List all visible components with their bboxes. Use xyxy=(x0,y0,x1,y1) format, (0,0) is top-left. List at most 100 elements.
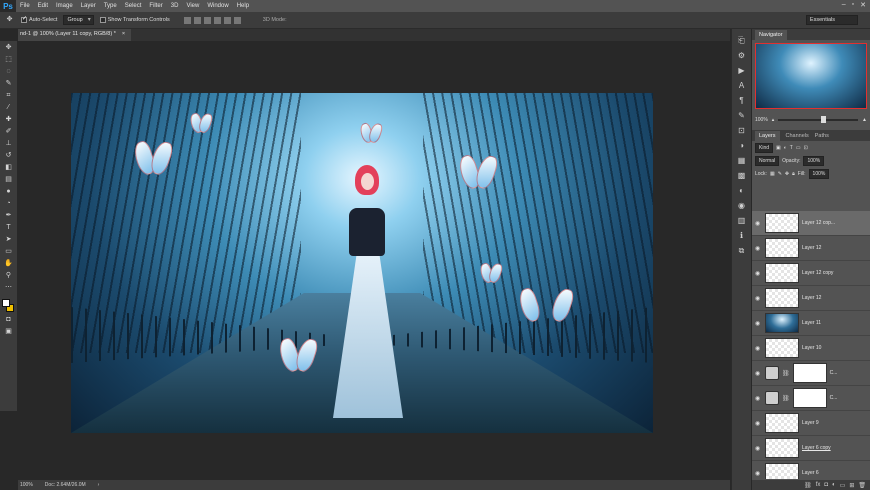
brush-icon[interactable]: ✐ xyxy=(3,127,14,137)
properties-icon[interactable]: ⚙ xyxy=(736,50,747,61)
gradient-icon[interactable]: ▤ xyxy=(3,175,14,185)
channels-strip-icon[interactable]: ◉ xyxy=(736,200,747,211)
path-select-icon[interactable]: ➤ xyxy=(3,235,14,245)
visibility-eye-icon[interactable]: ◉ xyxy=(755,395,762,402)
visibility-eye-icon[interactable]: ◉ xyxy=(755,320,762,327)
tool-presets-icon[interactable]: ⊡ xyxy=(736,125,747,136)
menu-view[interactable]: View xyxy=(182,3,203,9)
close-tab-icon[interactable]: × xyxy=(122,31,125,41)
fill-field[interactable]: 100% xyxy=(808,169,830,179)
crop-icon[interactable]: ⌗ xyxy=(3,91,14,101)
history-brush-icon[interactable]: ↺ xyxy=(3,151,14,161)
layer-row[interactable]: ◉ Layer 12 xyxy=(752,286,870,311)
align-left-icon[interactable] xyxy=(213,16,221,24)
layer-row[interactable]: ◉ Layer 12 copy xyxy=(752,261,870,286)
tab-paths[interactable]: Paths xyxy=(815,133,829,139)
align-top-icon[interactable] xyxy=(183,16,191,24)
layer-comps-icon[interactable]: ⧉ xyxy=(736,245,747,256)
character-icon[interactable]: A xyxy=(736,80,747,91)
quick-mask-icon[interactable]: ◘ xyxy=(3,315,14,325)
canvas-area[interactable] xyxy=(18,41,730,480)
navigator-zoom-slider[interactable] xyxy=(778,116,859,123)
layer-row[interactable]: ◉ Layer 6 copy xyxy=(752,436,870,461)
menu-layer[interactable]: Layer xyxy=(77,3,100,9)
align-center-icon[interactable] xyxy=(223,16,231,24)
layer-row[interactable]: ◉ Layer 9 xyxy=(752,411,870,436)
menu-3d[interactable]: 3D xyxy=(167,3,183,9)
clone-stamp-icon[interactable]: ⊥ xyxy=(3,139,14,149)
eraser-icon[interactable]: ◧ xyxy=(3,163,14,173)
type-icon[interactable]: T xyxy=(3,223,14,233)
layer-row[interactable]: ◉ Layer 6 xyxy=(752,461,870,479)
visibility-eye-icon[interactable]: ◉ xyxy=(755,245,762,252)
hand-icon[interactable]: ✋ xyxy=(3,259,14,269)
lock-move-icon[interactable]: ✥ xyxy=(785,171,789,177)
lock-paint-icon[interactable]: ✎ xyxy=(778,171,782,177)
new-layer-icon[interactable]: ⊞ xyxy=(849,482,854,489)
zoom-icon[interactable]: ⚲ xyxy=(3,271,14,281)
blend-mode-dropdown[interactable]: Normal xyxy=(755,156,780,166)
filter-shape-icon[interactable]: ▭ xyxy=(796,145,801,151)
histogram-icon[interactable]: ▥ xyxy=(736,215,747,226)
paragraph-icon[interactable]: ¶ xyxy=(736,95,747,106)
visibility-eye-icon[interactable]: ◉ xyxy=(755,420,762,427)
menu-type[interactable]: Type xyxy=(100,3,121,9)
close-window-button[interactable]: ✕ xyxy=(860,1,866,9)
new-adjustment-icon[interactable]: ◐ xyxy=(832,482,836,488)
filter-type-icon[interactable]: T xyxy=(790,145,793,151)
chain-link-icon[interactable]: ⛓︎ xyxy=(782,395,790,402)
dodge-icon[interactable]: ◔ xyxy=(3,199,14,209)
show-transform-checkbox[interactable] xyxy=(99,17,106,23)
status-zoom[interactable]: 100% xyxy=(20,482,33,488)
new-group-icon[interactable]: ▭ xyxy=(840,482,846,489)
navigator-thumbnail[interactable] xyxy=(755,43,867,109)
add-mask-icon[interactable]: ◘ xyxy=(824,482,828,488)
align-bottom-icon[interactable] xyxy=(203,16,211,24)
move-tool-icon[interactable]: ✥ xyxy=(4,15,15,25)
healing-brush-icon[interactable]: ✚ xyxy=(3,115,14,125)
marquee-icon[interactable]: ⬚ xyxy=(3,55,14,65)
layer-row[interactable]: ◉ ⛓︎ C... xyxy=(752,386,870,411)
align-right-icon[interactable] xyxy=(233,16,241,24)
opacity-field[interactable]: 100% xyxy=(803,156,825,166)
brush-presets-icon[interactable]: ✎ xyxy=(736,110,747,121)
styles-icon[interactable]: ▦ xyxy=(736,155,747,166)
menu-edit[interactable]: Edit xyxy=(34,3,52,9)
more-tools-icon[interactable]: ⋯ xyxy=(3,283,14,293)
layer-row[interactable]: ◉ Layer 11 xyxy=(752,311,870,336)
visibility-eye-icon[interactable]: ◉ xyxy=(755,295,762,302)
layer-mask-thumbnail[interactable] xyxy=(792,388,827,408)
zoom-out-icon[interactable]: ▴ xyxy=(772,117,775,123)
artwork-image[interactable] xyxy=(71,93,653,433)
screen-mode-icon[interactable]: ▣ xyxy=(3,327,14,337)
pen-icon[interactable]: ✒ xyxy=(3,211,14,221)
color-swatches[interactable] xyxy=(2,299,15,313)
quick-select-icon[interactable]: ✎ xyxy=(3,79,14,89)
shape-icon[interactable]: ▭ xyxy=(3,247,14,257)
filter-adjust-icon[interactable]: ◐ xyxy=(784,145,787,151)
visibility-eye-icon[interactable]: ◉ xyxy=(755,445,762,452)
chain-link-icon[interactable]: ⛓︎ xyxy=(782,370,790,377)
eyedropper-icon[interactable]: ⁄ xyxy=(3,103,14,113)
auto-select-option[interactable]: Auto-Select xyxy=(21,15,57,23)
status-arrow-icon[interactable]: › xyxy=(98,482,100,488)
menu-image[interactable]: Image xyxy=(52,3,77,9)
navigator-zoom-value[interactable]: 100% xyxy=(755,117,768,123)
lock-all-icon[interactable]: 🔒︎ xyxy=(792,171,795,177)
menu-file[interactable]: File xyxy=(16,3,34,9)
lock-pixels-icon[interactable]: ▦ xyxy=(770,171,775,177)
actions-icon[interactable]: ▶ xyxy=(736,65,747,76)
minimize-button[interactable]: – xyxy=(842,1,846,9)
menu-filter[interactable]: Filter xyxy=(145,3,166,9)
visibility-eye-icon[interactable]: ◉ xyxy=(755,345,762,352)
layer-row[interactable]: ◉ Layer 10 xyxy=(752,336,870,361)
tab-navigator[interactable]: Navigator xyxy=(755,29,787,40)
link-layers-icon[interactable]: ⛓︎ xyxy=(804,482,812,489)
fx-icon[interactable]: fx xyxy=(816,482,821,488)
visibility-eye-icon[interactable]: ◉ xyxy=(755,270,762,277)
blur-icon[interactable]: ● xyxy=(3,187,14,197)
filter-smart-icon[interactable]: ⊡ xyxy=(804,145,808,151)
layer-row[interactable]: ◉ Layer 12 cop... xyxy=(752,211,870,236)
align-middle-icon[interactable] xyxy=(193,16,201,24)
layer-row[interactable]: ◉ Layer 12 xyxy=(752,236,870,261)
